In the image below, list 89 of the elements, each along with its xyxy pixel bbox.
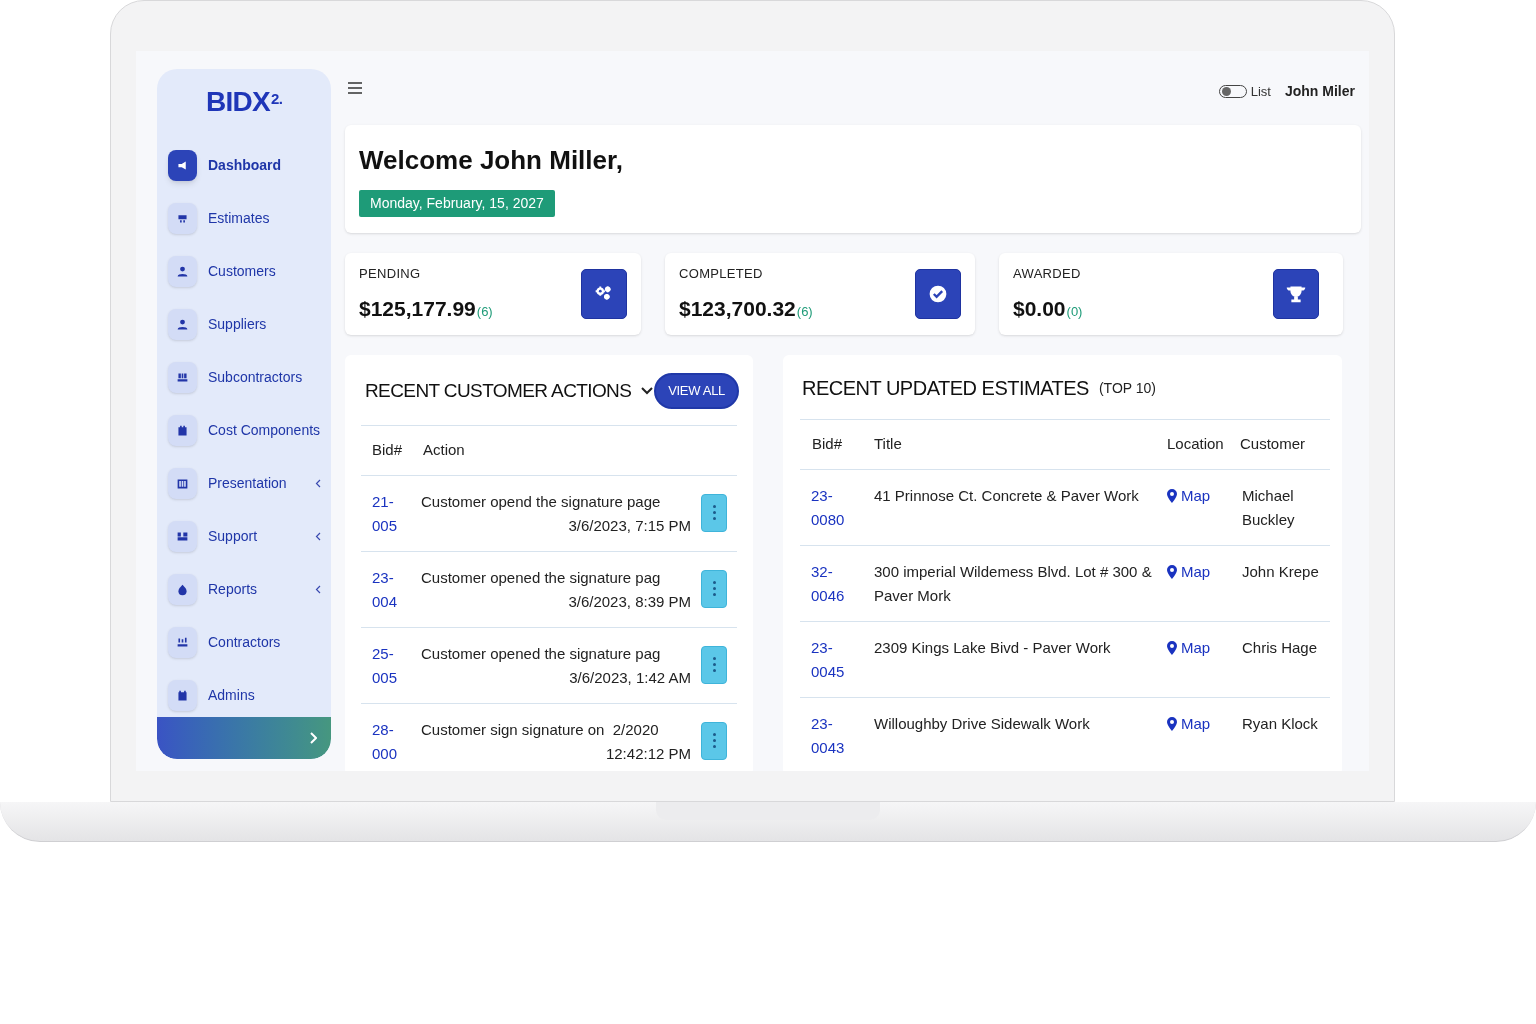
map-pin-icon xyxy=(1167,717,1177,731)
chevron-down-icon[interactable] xyxy=(641,386,654,395)
action-text: Customer opened the signature pag xyxy=(421,643,661,664)
sidebar-item[interactable]: Estimates xyxy=(168,202,331,234)
nav-icon xyxy=(168,573,197,605)
map-pin-icon xyxy=(1167,565,1177,579)
stat-amount: $125,177.99 xyxy=(359,296,476,322)
sidebar-footer-button[interactable] xyxy=(157,717,331,759)
estimate-title: 300 imperial Wildemess Blvd. Lot # 300 & Paver Mork xyxy=(874,562,1153,606)
welcome-title: Welcome John Miller, xyxy=(359,144,623,177)
more-options-button[interactable] xyxy=(701,721,727,760)
estimate-title: 2309 Kings Lake Bivd - Paver Work xyxy=(874,638,1112,658)
stat-icon xyxy=(915,269,961,319)
user-name[interactable]: John Miler xyxy=(1285,81,1355,102)
bid-link[interactable]: 23-0080 xyxy=(800,484,874,545)
panel-subtitle: (TOP 10) xyxy=(1098,378,1156,398)
customer-name: John Krepe xyxy=(1241,562,1320,582)
bid-link[interactable]: 28-000 xyxy=(361,717,421,771)
column-header: Bid# xyxy=(371,439,404,460)
column-header: Customer xyxy=(1240,434,1307,455)
date-badge: Monday, February, 15, 2027 xyxy=(359,190,555,217)
map-link[interactable]: Map xyxy=(1167,484,1240,508)
map-link[interactable]: Map xyxy=(1167,560,1240,584)
action-time: 3/6/2023, 8:39 PM xyxy=(568,591,691,612)
action-time: 3/6/2023, 7:15 PM xyxy=(568,515,691,536)
column-header: Action xyxy=(423,439,466,460)
action-time: 12:42:12 PM xyxy=(605,743,691,764)
nav-icon xyxy=(168,361,197,393)
sidebar-item[interactable]: Support xyxy=(168,520,331,552)
stat-label: AWARDED xyxy=(1013,264,1082,283)
bid-link[interactable]: 32-0046 xyxy=(800,560,874,621)
bid-link[interactable]: 23-0045 xyxy=(800,636,874,697)
menu-icon[interactable] xyxy=(347,81,363,94)
sidebar-item[interactable]: Suppliers xyxy=(168,308,331,340)
sidebar-item[interactable]: Admins xyxy=(168,679,331,711)
customer-name: Ryan Klock xyxy=(1241,714,1319,734)
estimate-title: Willoughby Drive Sidewalk Work xyxy=(874,714,1091,734)
nav-icon xyxy=(168,202,197,234)
panel-title: RECENT CUSTOMER ACTIONS xyxy=(365,378,632,403)
bid-link[interactable]: 21-005 xyxy=(361,489,421,551)
action-time: 3/6/2023, 1:42 AM xyxy=(569,667,691,688)
more-options-button[interactable] xyxy=(701,645,727,684)
sidebar-item[interactable]: Cost Components xyxy=(168,414,331,446)
view-all-button[interactable]: VIEW ALL xyxy=(654,373,739,409)
sidebar-item[interactable]: Presentation xyxy=(168,467,331,499)
column-header: Title xyxy=(874,434,903,455)
map-link[interactable]: Map xyxy=(1167,712,1240,736)
stat-label: PENDING xyxy=(359,264,422,283)
sidebar-item[interactable]: Reports xyxy=(168,573,331,605)
map-pin-icon xyxy=(1167,641,1177,655)
nav-icon xyxy=(168,520,197,552)
customer-name: Chris Hage xyxy=(1241,638,1319,658)
logo: BIDX$^{2.}$ xyxy=(205,85,283,119)
more-options-button[interactable] xyxy=(701,569,727,608)
nav-icon xyxy=(168,679,197,711)
stat-icon xyxy=(1273,269,1319,319)
bid-link[interactable]: 23-004 xyxy=(361,565,421,627)
bid-link[interactable]: 25-005 xyxy=(361,641,421,703)
bid-link[interactable]: 23-0043 xyxy=(800,712,874,771)
sidebar-item[interactable]: Dashboard xyxy=(168,149,331,181)
stat-amount: $0.00 xyxy=(1013,296,1066,322)
sidebar-item[interactable]: Contractors xyxy=(168,626,331,658)
action-text: Customer opend the signature page xyxy=(421,491,661,512)
estimate-title: 41 Prinnose Ct. Concrete & Paver Work xyxy=(874,486,1140,506)
panel-title: RECENT UPDATED ESTIMATES xyxy=(802,376,1089,401)
nav-icon xyxy=(168,255,197,287)
action-text: Customer sign signature on 2/2020 xyxy=(421,719,659,740)
column-header: Location xyxy=(1167,434,1225,455)
sidebar-item[interactable]: Customers xyxy=(168,255,331,287)
stat-count: (6) xyxy=(796,303,813,321)
toggle-label: List xyxy=(1250,82,1271,101)
action-text: Customer opened the signature pag xyxy=(421,567,661,588)
chevron-right-icon xyxy=(309,732,317,744)
stat-amount: $123,700.32 xyxy=(679,296,796,322)
stat-icon xyxy=(581,269,627,319)
column-header: Bid# xyxy=(811,434,844,455)
map-pin-icon xyxy=(1167,489,1177,503)
nav-icon xyxy=(168,149,197,181)
sidebar-item[interactable]: Subcontractors xyxy=(168,361,331,393)
nav-icon xyxy=(168,467,197,499)
more-options-button[interactable] xyxy=(701,493,727,532)
nav-icon xyxy=(168,414,197,446)
nav-icon xyxy=(168,308,197,340)
map-link[interactable]: Map xyxy=(1167,636,1240,660)
stat-count: (6) xyxy=(476,303,493,321)
nav-icon xyxy=(168,626,197,658)
customer-name: Michael Buckley xyxy=(1241,486,1296,530)
stat-label: COMPLETED xyxy=(679,264,764,283)
stat-count: (0) xyxy=(1066,303,1083,321)
